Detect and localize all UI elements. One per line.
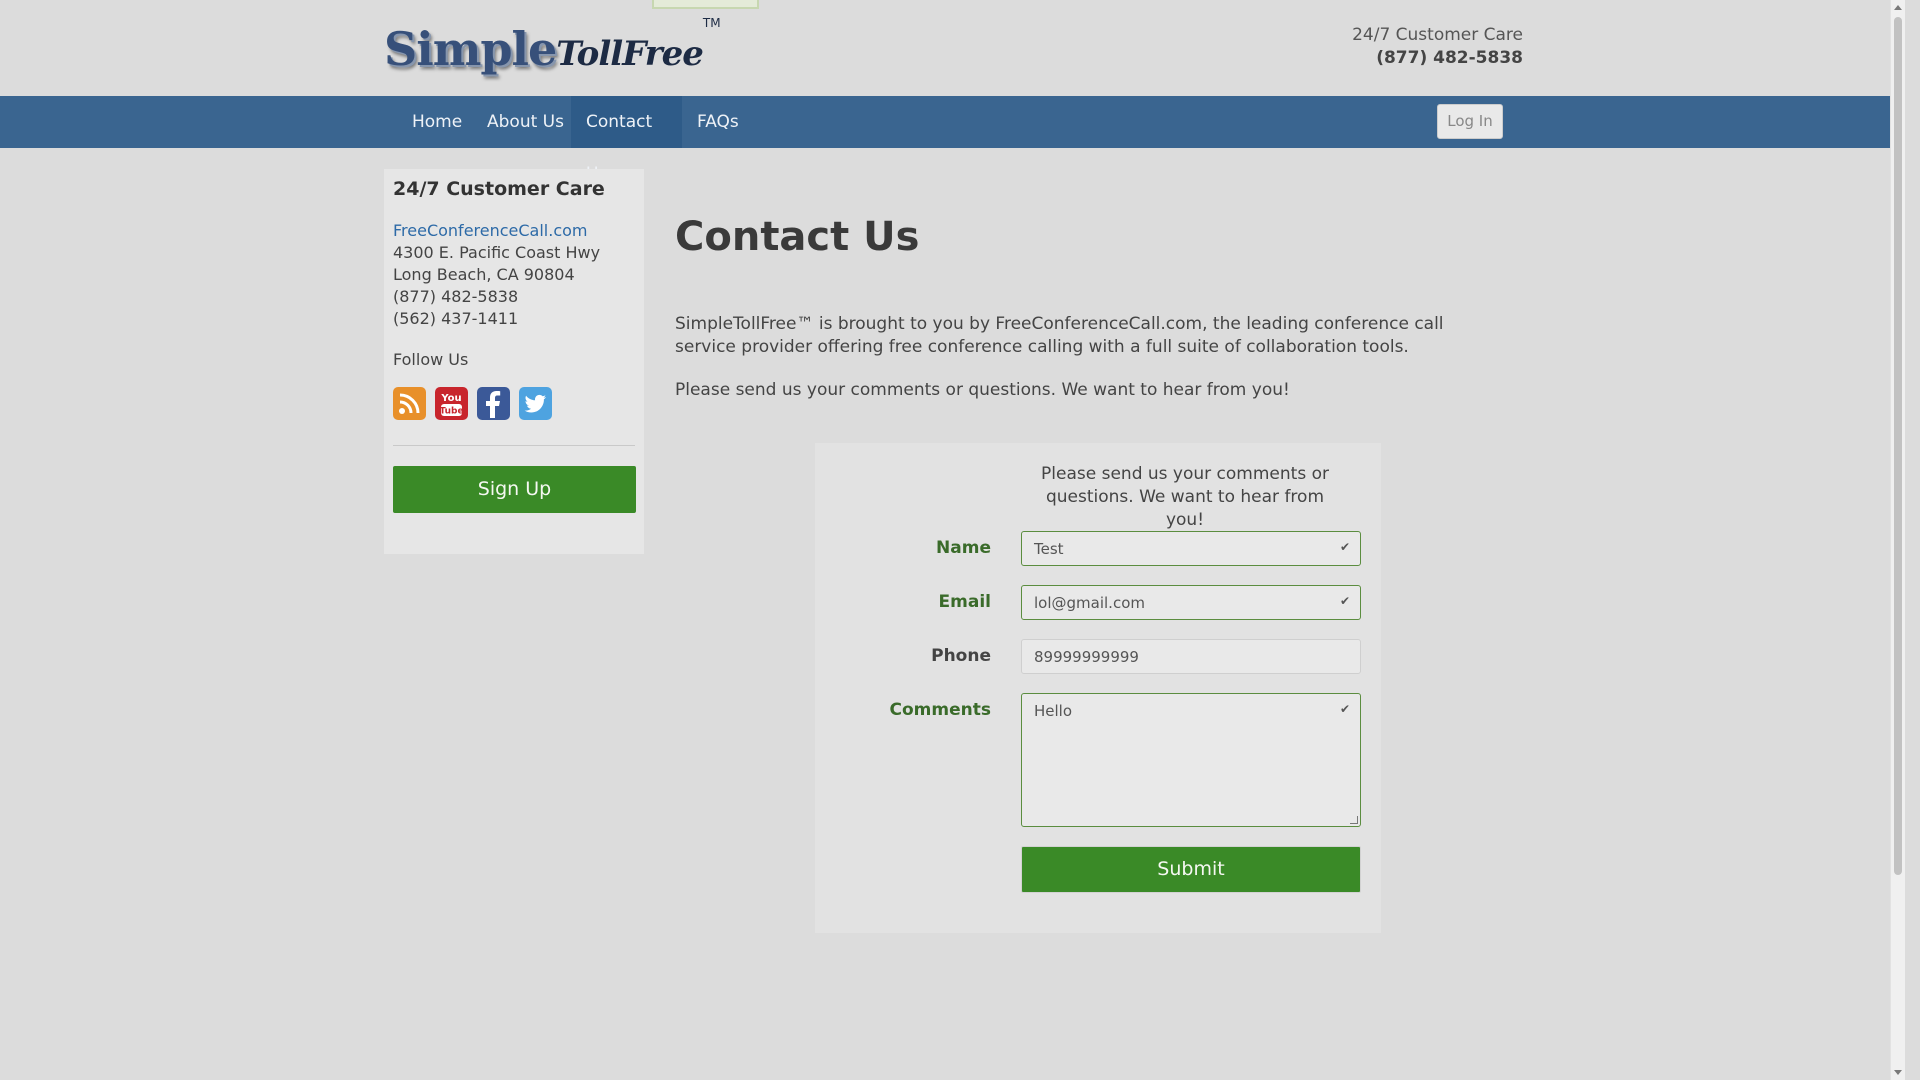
- social-icons: You Tube: [393, 387, 635, 421]
- rss-icon[interactable]: [393, 387, 426, 420]
- submit-button[interactable]: Submit: [1021, 846, 1361, 893]
- intro-text-2: Please send us your comments or question…: [675, 380, 1290, 400]
- nav-about-us[interactable]: About Us: [472, 96, 579, 148]
- scroll-down-icon[interactable]: [1894, 1070, 1902, 1075]
- name-label: Name: [936, 538, 991, 558]
- logo-tm: TM: [702, 16, 721, 30]
- page: SimpleTollFree TM 24/7 Customer Care (877…: [0, 0, 1905, 1080]
- login-button[interactable]: Log In: [1437, 104, 1503, 139]
- top-tab[interactable]: [652, 0, 759, 9]
- phone-label: Phone: [931, 646, 991, 666]
- phone-line-2: (562) 437-1411: [393, 309, 519, 328]
- nav-faqs[interactable]: FAQs: [682, 96, 754, 148]
- email-label: Email: [938, 592, 991, 612]
- sidebar-link[interactable]: FreeConferenceCall.com: [393, 220, 635, 242]
- check-icon: ✔: [1339, 594, 1350, 608]
- nav-contact-us[interactable]: Contact Us: [571, 96, 682, 184]
- sidebar-divider: [393, 445, 635, 446]
- address-line-2: Long Beach, CA 90804: [393, 265, 575, 284]
- address-line-1: 4300 E. Pacific Coast Hwy: [393, 243, 601, 262]
- logo-tollfree: TollFree: [556, 34, 704, 74]
- signup-button[interactable]: Sign Up: [393, 466, 636, 513]
- comments-value: Hello: [1034, 702, 1073, 720]
- phone-value: 89999999999: [1034, 648, 1139, 666]
- scroll-thumb[interactable]: [1894, 17, 1902, 875]
- intro-text: SimpleTollFree™ is brought to you by Fre…: [675, 314, 1444, 357]
- page-title: Contact Us: [675, 214, 920, 260]
- care-label: 24/7 Customer Care: [1352, 25, 1523, 45]
- phone-line-1: (877) 482-5838: [393, 287, 519, 306]
- email-field[interactable]: lol@gmail.com ✔: [1021, 585, 1361, 620]
- phone-field[interactable]: 89999999999: [1021, 639, 1361, 674]
- form-intro: Please send us your comments or question…: [1041, 464, 1329, 530]
- comments-label: Comments: [889, 700, 991, 720]
- header: SimpleTollFree TM 24/7 Customer Care (877…: [0, 0, 1905, 95]
- navbar: Home About Us Contact Us FAQs Log In: [0, 96, 1905, 184]
- header-care: 24/7 Customer Care (877) 482-5838: [1352, 24, 1523, 70]
- check-icon: ✔: [1339, 540, 1350, 554]
- logo[interactable]: SimpleTollFree TM: [384, 16, 721, 76]
- sidebar: 24/7 Customer Care FreeConferenceCall.co…: [384, 169, 644, 554]
- care-phone: (877) 482-5838: [1376, 48, 1523, 68]
- name-field[interactable]: Test ✔: [1021, 531, 1361, 566]
- svg-text:Tube: Tube: [440, 407, 464, 417]
- follow-us-label: Follow Us: [393, 350, 469, 369]
- svg-text:You: You: [440, 393, 461, 404]
- scroll-up-icon[interactable]: [1894, 5, 1902, 10]
- scrollbar[interactable]: [1890, 0, 1905, 1080]
- logo-simple: Simple: [384, 22, 557, 76]
- nav-home[interactable]: Home: [397, 96, 477, 148]
- comments-field[interactable]: Hello ✔: [1021, 693, 1361, 827]
- youtube-icon[interactable]: You Tube: [435, 387, 469, 420]
- name-value: Test: [1034, 540, 1064, 558]
- sidebar-title: 24/7 Customer Care: [393, 178, 605, 200]
- email-value: lol@gmail.com: [1034, 594, 1145, 612]
- check-icon: ✔: [1339, 702, 1350, 716]
- facebook-icon[interactable]: [477, 387, 511, 420]
- resize-handle-icon[interactable]: [1350, 816, 1358, 824]
- twitter-icon[interactable]: [519, 387, 553, 420]
